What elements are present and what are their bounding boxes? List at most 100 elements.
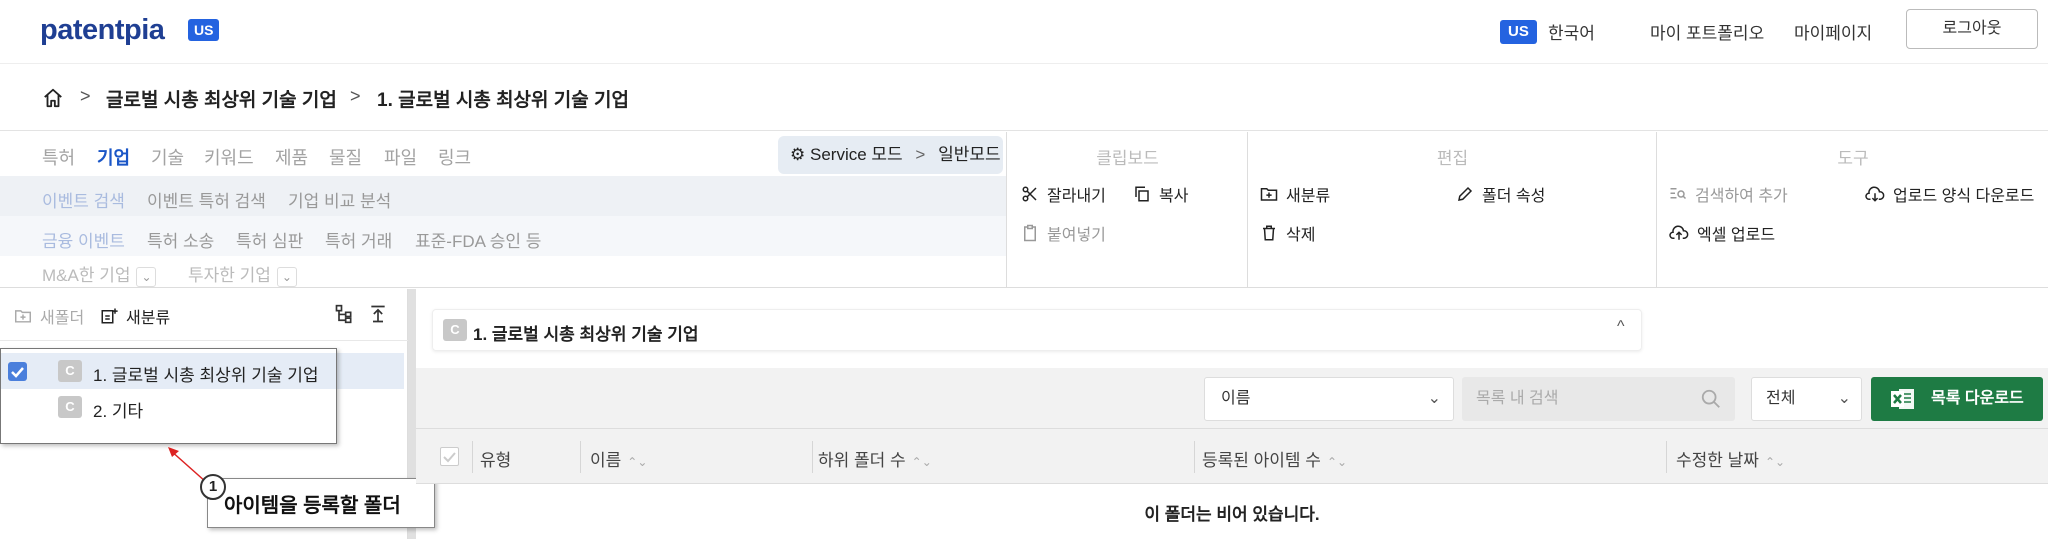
sub-menu-row: M&A한 기업 ⌄ 투자한 기업 ⌄ <box>0 256 1006 288</box>
finance-event-item[interactable]: 금융 이벤트 <box>42 227 125 252</box>
tab-link[interactable]: 링크 <box>438 144 471 170</box>
copy-icon <box>1135 186 1149 202</box>
annotation-callout: 아이템을 등록할 폴더 <box>207 478 435 528</box>
chevron-up-icon[interactable]: ^ <box>1617 318 1625 336</box>
service-mode-label: Service 모드 <box>809 145 903 164</box>
search-add-button[interactable]: 검색하여 추가 <box>1669 182 1788 206</box>
event-search-item[interactable]: 이벤트 검색 <box>42 187 125 212</box>
search-icon[interactable] <box>1700 388 1722 410</box>
mna-companies-dropdown[interactable]: M&A한 기업 ⌄ <box>42 261 157 287</box>
tab-technology[interactable]: 기술 <box>151 144 184 170</box>
my-page-link[interactable]: 마이페이지 <box>1794 19 1872 44</box>
tab-company[interactable]: 기업 <box>97 144 130 170</box>
folder-header-card[interactable]: C 1. 글로벌 시총 최상위 기술 기업 ^ <box>432 309 1642 351</box>
breadcrumb: > 글로벌 시총 최상위 기술 기업 > 1. 글로벌 시총 최상위 기술 기업 <box>0 65 2048 131</box>
annotation-step-number: 1 <box>200 474 226 500</box>
ribbon-toolbar: 특허 기업 기술 키워드 제품 물질 파일 링크 ⚙ Service 모드 > … <box>0 132 2048 288</box>
reclassify-button[interactable]: 새분류 <box>1260 182 1330 206</box>
excel-icon <box>1891 389 1914 409</box>
list-search-input[interactable] <box>1462 377 1735 421</box>
invested-companies-dropdown[interactable]: 투자한 기업 ⌄ <box>188 261 297 287</box>
folder-title: 1. 글로벌 시총 최상위 기술 기업 <box>473 325 699 344</box>
breadcrumb-current: 1. 글로벌 시총 최상위 기술 기업 <box>377 90 630 111</box>
upload-template-download-button[interactable]: 업로드 양식 다운로드 <box>1865 182 2034 206</box>
standard-fda-item[interactable]: 표준-FDA 승인 등 <box>415 227 541 252</box>
collapse-all-icon[interactable] <box>368 304 388 324</box>
tab-patent[interactable]: 특허 <box>42 144 75 170</box>
top-bar: patentpia US US 한국어 마이 포트폴리오 마이페이지 로그아웃 <box>0 0 2048 64</box>
logo[interactable]: patentpia <box>40 14 165 47</box>
edit-group: 편집 새분류 폴더 속성 삭제 <box>1247 132 1656 288</box>
cloud-download-icon <box>1865 186 1885 202</box>
clipboard-group: 클립보드 잘라내기 복사 붙여넣기 <box>1006 132 1247 288</box>
column-header-type: 유형 <box>480 451 512 470</box>
check-icon <box>443 452 456 463</box>
tools-group: 도구 검색하여 추가 업로드 양식 다운로드 엑셀 업로드 <box>1656 132 2048 288</box>
breadcrumb-item[interactable]: 글로벌 시총 최상위 기술 기업 <box>106 85 337 112</box>
classification-badge: C <box>443 319 467 341</box>
chevron-down-icon: ⌄ <box>136 267 157 287</box>
item-type-tabs: 특허 기업 기술 키워드 제품 물질 파일 링크 ⚙ Service 모드 > … <box>0 132 1006 176</box>
tab-file[interactable]: 파일 <box>384 144 417 170</box>
logo-region-badge: US <box>188 19 220 41</box>
paste-button[interactable]: 붙여넣기 <box>1021 221 1106 245</box>
column-divider <box>472 441 473 473</box>
sort-icon: ⌃⌄ <box>627 455 648 469</box>
column-header-subfolders[interactable]: 하위 폴더 수 ⌃⌄ <box>818 446 932 471</box>
sort-icon: ⌃⌄ <box>1764 455 1786 469</box>
scope-select[interactable]: 전체 ⌄ <box>1751 377 1862 421</box>
patent-transaction-item[interactable]: 특허 거래 <box>325 227 392 252</box>
cut-button[interactable]: 잘라내기 <box>1021 182 1106 206</box>
column-divider <box>1194 441 1195 473</box>
sort-icon: ⌃⌄ <box>911 455 932 469</box>
copy-button[interactable]: 복사 <box>1133 182 1188 206</box>
breadcrumb-separator: > <box>80 86 91 106</box>
event-patent-search-item[interactable]: 이벤트 특허 검색 <box>147 187 266 212</box>
sub-menu-row: 금융 이벤트 특허 소송 특허 심판 특허 거래 표준-FDA 승인 등 <box>0 216 1006 256</box>
language-link[interactable]: 한국어 <box>1548 19 1595 44</box>
sub-menu-row: 이벤트 검색 이벤트 특허 검색 기업 비교 분석 <box>0 176 1006 216</box>
breadcrumb-separator: > <box>350 86 361 106</box>
language-badge[interactable]: US <box>1500 20 1537 44</box>
folder-add-icon <box>1260 188 1278 201</box>
chevron-down-icon: ⌄ <box>276 267 297 287</box>
mode-switch[interactable]: ⚙ Service 모드 > 일반모드 <box>778 136 1003 174</box>
folder-add-icon <box>15 310 31 323</box>
logout-button[interactable]: 로그아웃 <box>1906 9 2038 49</box>
add-document-icon <box>101 308 118 324</box>
patent-trial-item[interactable]: 특허 심판 <box>236 227 303 252</box>
sort-icon: ⌃⌄ <box>1326 455 1348 469</box>
trash-icon <box>1263 225 1275 241</box>
column-divider <box>1666 441 1667 473</box>
column-header-name[interactable]: 이름 ⌃⌄ <box>590 446 647 471</box>
sort-field-select[interactable]: 이름 ⌄ <box>1204 377 1454 421</box>
new-classification-button[interactable]: 새분류 <box>100 304 170 328</box>
folder-properties-button[interactable]: 폴더 속성 <box>1456 182 1545 206</box>
folder-toolbar: 새폴더 새분류 <box>0 289 408 341</box>
delete-button[interactable]: 삭제 <box>1260 221 1315 245</box>
my-portfolio-link[interactable]: 마이 포트폴리오 <box>1650 19 1764 44</box>
gear-icon: ⚙ <box>790 145 806 164</box>
tab-product[interactable]: 제품 <box>275 144 308 170</box>
excel-upload-button[interactable]: 엑셀 업로드 <box>1669 221 1775 245</box>
column-divider <box>812 441 813 473</box>
tab-keyword[interactable]: 키워드 <box>204 144 254 170</box>
chevron-down-icon: ⌄ <box>1427 390 1441 407</box>
patent-litigation-item[interactable]: 특허 소송 <box>147 227 214 252</box>
select-all-checkbox[interactable] <box>440 447 459 466</box>
pencil-icon <box>1458 186 1473 201</box>
search-list-icon <box>1670 188 1687 200</box>
general-mode-label: 일반모드 <box>938 145 1001 164</box>
group-title: 편집 <box>1436 149 1469 168</box>
company-compare-item[interactable]: 기업 비교 분석 <box>288 187 391 212</box>
new-folder-button[interactable]: 새폴더 <box>14 304 84 328</box>
home-icon[interactable] <box>42 87 64 109</box>
tree-structure-icon[interactable] <box>334 304 354 324</box>
tab-material[interactable]: 물질 <box>329 144 362 170</box>
group-title: 도구 <box>1837 149 1869 168</box>
cloud-upload-icon <box>1669 225 1689 240</box>
column-header-item-count[interactable]: 등록된 아이템 수 ⌃⌄ <box>1202 446 1347 471</box>
mode-separator: > <box>915 145 926 164</box>
scissors-icon <box>1022 186 1037 202</box>
column-header-modified-date[interactable]: 수정한 날짜 ⌃⌄ <box>1676 446 1785 471</box>
